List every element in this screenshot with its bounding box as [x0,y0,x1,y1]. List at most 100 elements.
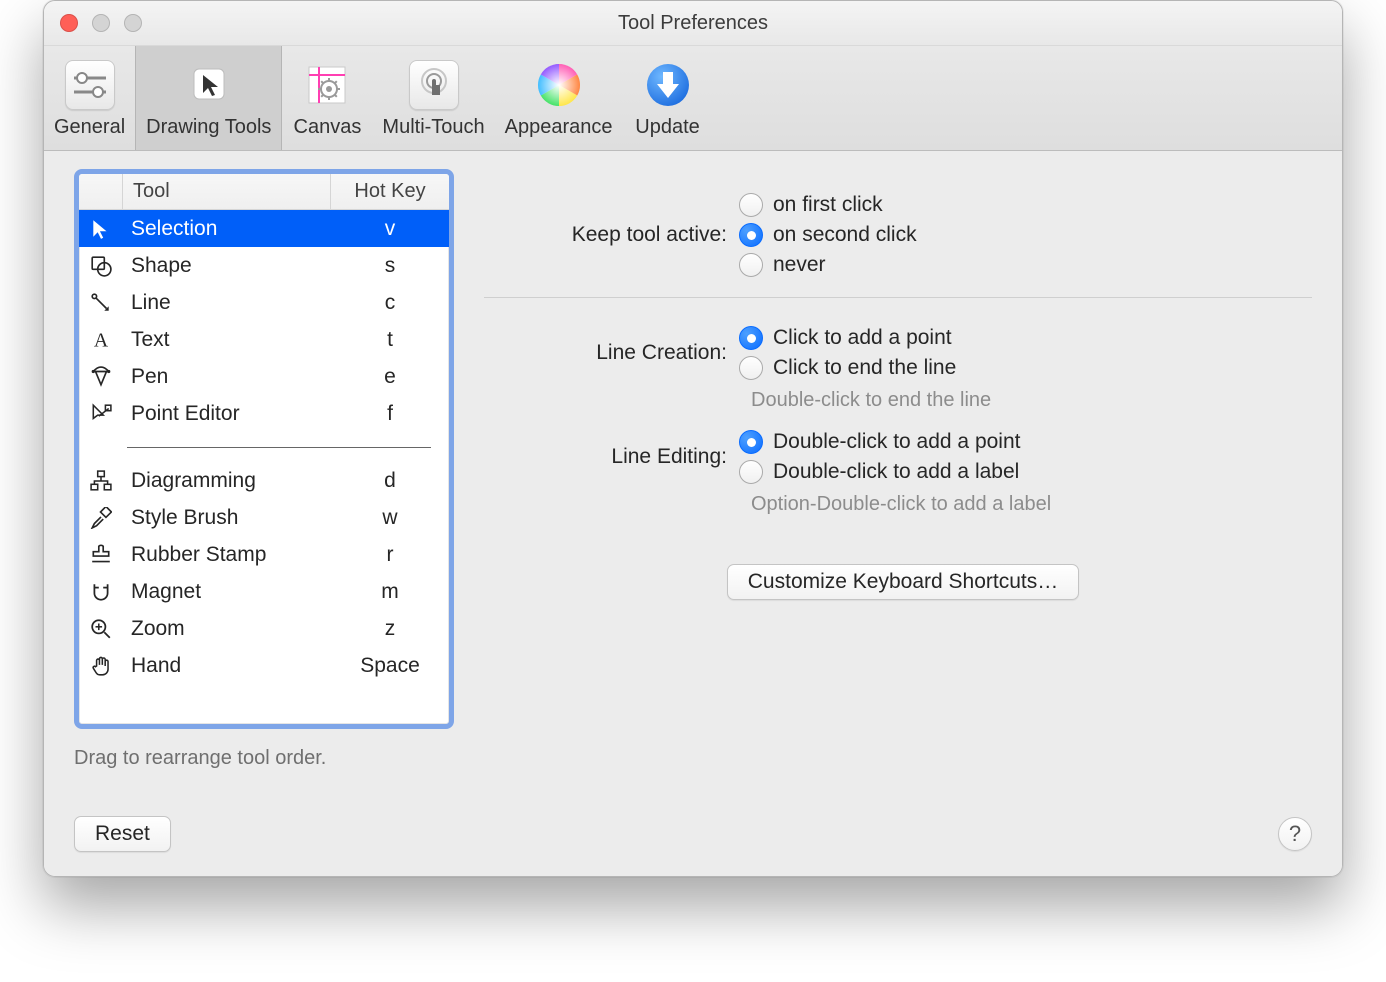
sliders-icon [65,60,115,110]
tool-row-hand[interactable]: HandSpace [79,647,449,684]
text-icon [79,329,123,351]
tool-list-panel: Tool Hot Key SelectionvShapesLinecTexttP… [74,169,454,729]
tool-name: Rubber Stamp [123,543,331,567]
tool-row-magnet[interactable]: Magnetm [79,573,449,610]
tool-name: Diagramming [123,469,331,493]
tool-hotkey: z [331,617,449,641]
section-divider [484,297,1312,298]
settings-column: Keep tool active: on first click on secon… [494,169,1312,852]
tool-name: Line [123,291,331,315]
reset-button[interactable]: Reset [74,816,171,852]
brush-icon [79,507,123,529]
tab-label: Update [635,116,700,139]
zoom-icon [79,618,123,640]
keep-active-option[interactable]: never [739,253,917,277]
tool-row-selection[interactable]: Selectionv [79,210,449,247]
pen-icon [79,366,123,388]
download-arrow-icon [645,62,691,108]
line-editing-option[interactable]: Double-click to add a label [739,460,1020,484]
radio-button[interactable] [739,326,763,350]
radio-button[interactable] [739,253,763,277]
column-header-hotkey[interactable]: Hot Key [331,174,449,209]
tab-label: Drawing Tools [146,116,271,139]
customize-shortcuts-button[interactable]: Customize Keyboard Shortcuts… [727,564,1079,600]
tool-row-shape[interactable]: Shapes [79,247,449,284]
tool-hotkey: f [331,402,449,426]
tool-hotkey: s [331,254,449,278]
tool-hotkey: v [331,217,449,241]
tool-hotkey: d [331,469,449,493]
tab-update[interactable]: Update [623,46,713,150]
reorder-hint: Drag to rearrange tool order. [74,747,454,770]
magnet-icon [79,581,123,603]
tab-canvas[interactable]: Canvas [282,46,372,150]
radio-label: Double-click to add a label [773,460,1019,484]
radio-button[interactable] [739,356,763,380]
line-editing-option[interactable]: Double-click to add a point [739,430,1020,454]
tool-name: Shape [123,254,331,278]
tool-row-line[interactable]: Linec [79,284,449,321]
tool-row-diagramming[interactable]: Diagrammingd [79,462,449,499]
titlebar: Tool Preferences [44,1,1342,46]
radio-label: Click to end the line [773,356,956,380]
tool-name: Text [123,328,331,352]
tool-row-style-brush[interactable]: Style Brushw [79,499,449,536]
tool-hotkey: m [331,580,449,604]
point-icon [79,403,123,425]
radio-label: on first click [773,193,883,217]
tab-multi-touch[interactable]: Multi-Touch [372,46,494,150]
preferences-window: Tool Preferences General Drawing Tools C… [43,0,1343,877]
radio-button[interactable] [739,223,763,247]
hand-icon [79,655,123,677]
window-title: Tool Preferences [618,12,768,35]
color-wheel-icon [536,62,582,108]
tool-list-header: Tool Hot Key [79,174,449,210]
line-creation-option[interactable]: Click to add a point [739,326,956,350]
radio-label: Double-click to add a point [773,430,1020,454]
tool-hotkey: t [331,328,449,352]
tab-general[interactable]: General [44,46,135,150]
keep-active-option[interactable]: on second click [739,223,917,247]
window-controls [60,1,142,45]
tool-group-divider [79,432,449,462]
line-editing-label: Line Editing: [494,445,739,469]
content-area: Tool Hot Key SelectionvShapesLinecTexttP… [44,151,1342,876]
tool-hotkey: c [331,291,449,315]
tool-name: Pen [123,365,331,389]
tool-row-point-editor[interactable]: Point Editorf [79,395,449,432]
help-button[interactable]: ? [1278,817,1312,851]
shape-icon [79,255,123,277]
line-creation-option[interactable]: Click to end the line [739,356,956,380]
radio-label: on second click [773,223,917,247]
radio-button[interactable] [739,430,763,454]
tool-row-rubber-stamp[interactable]: Rubber Stampr [79,536,449,573]
tab-label: Multi-Touch [382,116,484,139]
tool-name: Point Editor [123,402,331,426]
tool-row-pen[interactable]: Pene [79,358,449,395]
line-editing-note: Option-Double-click to add a label [751,493,1312,516]
tool-hotkey: w [331,506,449,530]
tab-drawing-tools[interactable]: Drawing Tools [135,46,282,150]
minimize-window-button[interactable] [92,14,110,32]
preferences-toolbar: General Drawing Tools Canvas Multi-Touch [44,46,1342,151]
tab-label: Appearance [505,116,613,139]
keep-active-option[interactable]: on first click [739,193,917,217]
tab-label: General [54,116,125,139]
canvas-icon [305,63,349,107]
tab-label: Canvas [294,116,362,139]
keep-tool-active-label: Keep tool active: [494,223,739,247]
column-header-tool[interactable]: Tool [123,174,331,209]
tool-name: Zoom [123,617,331,641]
touch-icon [409,60,459,110]
tool-hotkey: Space [331,654,449,678]
diagram-icon [79,470,123,492]
cursor-tile-icon [186,63,232,107]
radio-button[interactable] [739,193,763,217]
close-window-button[interactable] [60,14,78,32]
stamp-icon [79,544,123,566]
tab-appearance[interactable]: Appearance [495,46,623,150]
tool-row-zoom[interactable]: Zoomz [79,610,449,647]
zoom-window-button[interactable] [124,14,142,32]
radio-button[interactable] [739,460,763,484]
tool-row-text[interactable]: Textt [79,321,449,358]
